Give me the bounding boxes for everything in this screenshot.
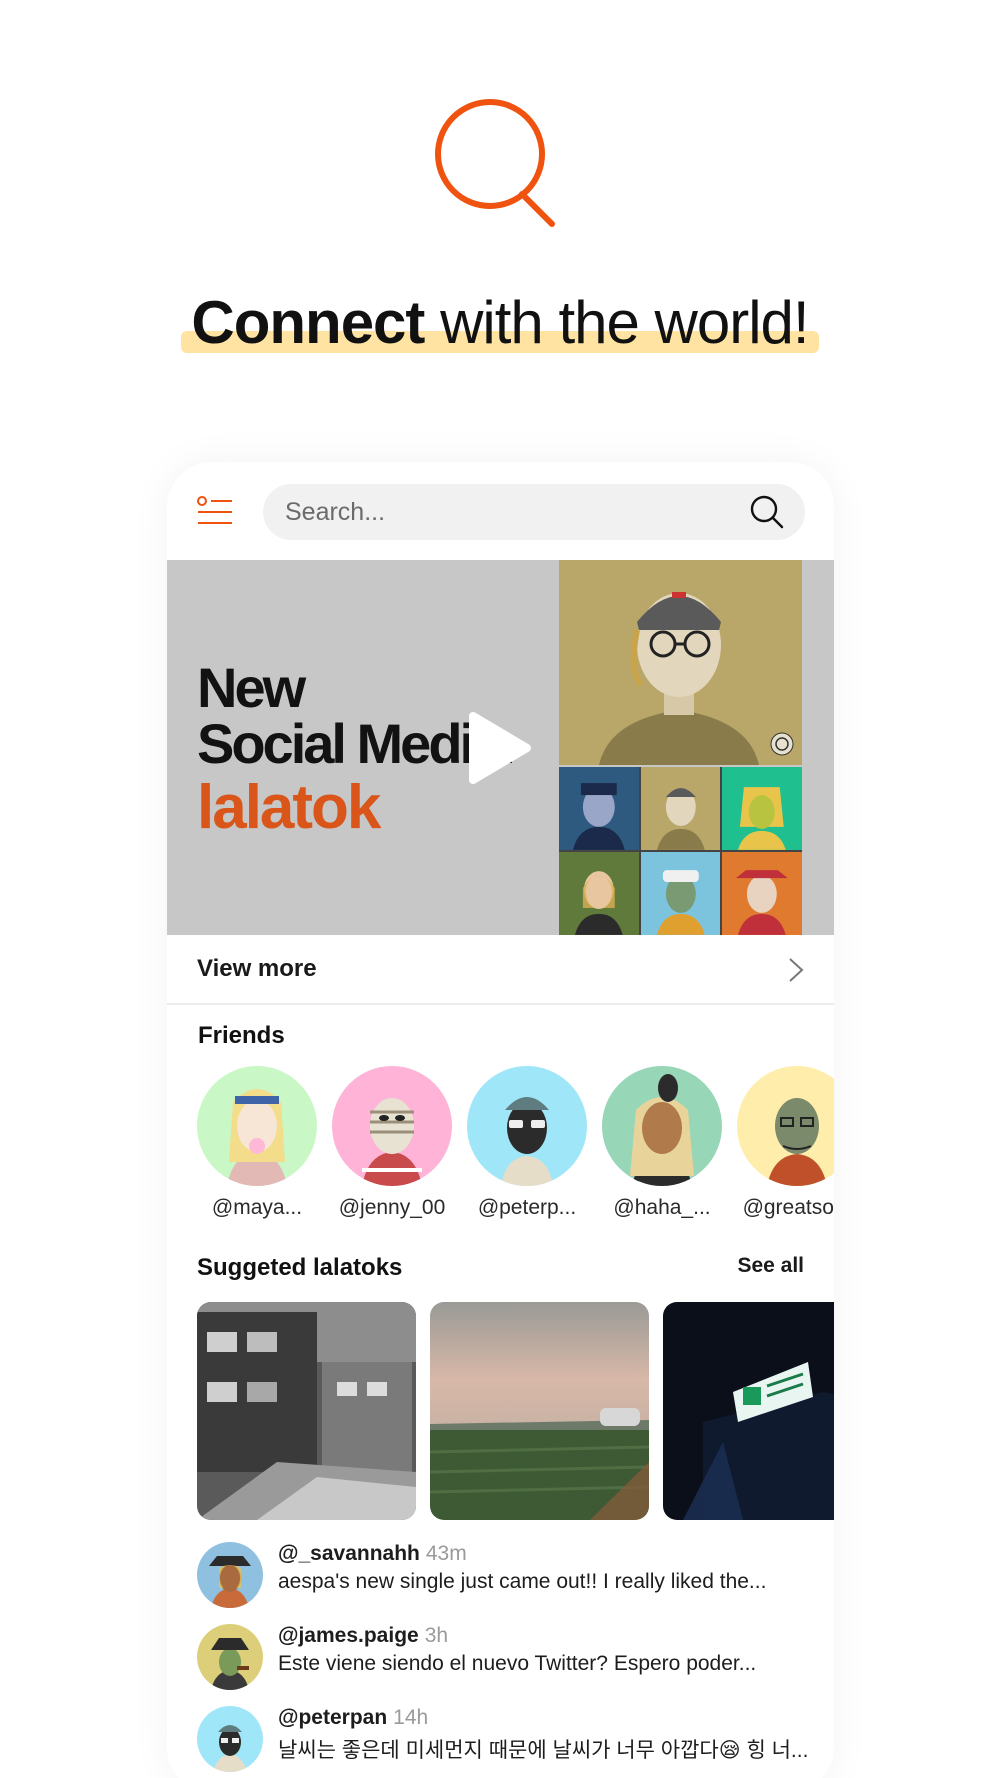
friend-handle: @haha_... xyxy=(613,1196,711,1219)
post-text: aespa's new single just came out!! I rea… xyxy=(278,1570,767,1593)
headline-bold: Connect xyxy=(191,289,425,356)
search-input[interactable] xyxy=(285,484,725,540)
suggested-list xyxy=(197,1302,834,1522)
suggested-thumbnail[interactable] xyxy=(197,1302,416,1520)
character-tile xyxy=(722,767,802,850)
post-text: 날씨는 좋은데 미세먼지 때문에 날씨가 너무 아깝다😪 힝 너... xyxy=(278,1739,809,1762)
banner-portrait xyxy=(559,560,802,765)
post-item[interactable]: @_savannahh 43m aespa's new single just c… xyxy=(197,1542,817,1610)
character-tile xyxy=(640,852,721,935)
avatar[interactable] xyxy=(737,1066,834,1186)
friends-list: @maya... @jenny_00 @peterp... @haha_... … xyxy=(197,1066,834,1219)
friend-handle: @peterp... xyxy=(477,1196,577,1219)
character-tile xyxy=(640,767,721,850)
avatar[interactable] xyxy=(197,1706,263,1772)
view-more-label: View more xyxy=(197,955,317,982)
avatar[interactable] xyxy=(197,1542,263,1608)
avatar[interactable] xyxy=(602,1066,722,1186)
friend-item[interactable]: @jenny_00 xyxy=(332,1066,452,1220)
brand-logo: lalatok xyxy=(197,773,381,842)
post-username[interactable]: @james.paige 3h xyxy=(278,1624,448,1648)
post-username[interactable]: @peterpan 14h xyxy=(278,1706,428,1730)
avatar[interactable] xyxy=(332,1066,452,1186)
search-icon xyxy=(435,99,555,227)
character-tile xyxy=(559,852,639,935)
character-grid xyxy=(559,767,802,935)
post-text: Este viene siendo el nuevo Twitter? Espe… xyxy=(278,1652,757,1675)
top-bar xyxy=(167,462,834,560)
post-time: 43m xyxy=(425,1542,467,1565)
avatar[interactable] xyxy=(467,1066,587,1186)
friend-handle: @greatso... xyxy=(742,1196,834,1219)
suggested-thumbnail[interactable] xyxy=(430,1302,649,1520)
headline-rest: with the world! xyxy=(424,289,810,356)
phone-mockup: New Social Media. lalatok xyxy=(167,462,834,1778)
friends-title: Friends xyxy=(198,1022,285,1049)
character-tile xyxy=(722,852,802,935)
avatar[interactable] xyxy=(197,1624,263,1690)
friend-item[interactable]: @haha_... xyxy=(602,1066,722,1220)
chevron-right-icon xyxy=(789,958,804,982)
friend-item[interactable]: @maya... xyxy=(197,1066,317,1220)
logo-badge-icon xyxy=(770,732,794,756)
suggested-title: Suggeted lalatoks xyxy=(197,1254,403,1281)
post-item[interactable]: @james.paige 3h Este viene siendo el nuev… xyxy=(197,1624,817,1692)
friend-item[interactable]: @peterp... xyxy=(467,1066,587,1220)
post-username[interactable]: @_savannahh 43m xyxy=(278,1542,467,1566)
see-all-link[interactable]: See all xyxy=(737,1254,804,1278)
friend-handle: @maya... xyxy=(211,1196,303,1219)
list-menu-icon[interactable] xyxy=(197,496,233,526)
headline: Connect with the world! xyxy=(0,288,1000,357)
friend-handle: @jenny_00 xyxy=(338,1196,446,1219)
avatar[interactable] xyxy=(197,1066,317,1186)
character-tile xyxy=(559,767,639,850)
play-icon[interactable] xyxy=(467,710,533,786)
view-more-row[interactable]: View more xyxy=(167,935,834,1005)
search-bar[interactable] xyxy=(263,484,805,540)
suggested-thumbnail[interactable] xyxy=(663,1302,834,1520)
promo-banner[interactable]: New Social Media. lalatok xyxy=(167,560,834,935)
friend-item[interactable]: @greatso... xyxy=(737,1066,834,1220)
post-item[interactable]: @peterpan 14h 날씨는 좋은데 미세먼지 때문에 날씨가 너무 아깝다… xyxy=(197,1706,817,1774)
banner-title: New Social Media. xyxy=(197,656,516,775)
post-time: 3h xyxy=(424,1624,449,1647)
post-time: 14h xyxy=(393,1706,429,1729)
search-icon[interactable] xyxy=(749,494,785,530)
